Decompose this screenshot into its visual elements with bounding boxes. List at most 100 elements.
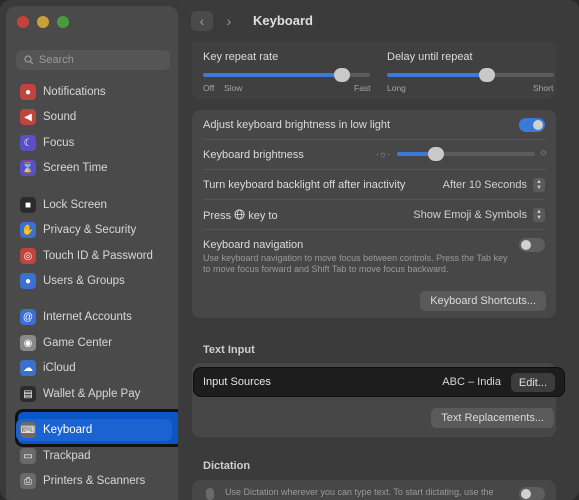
sidebar-item-notifications[interactable]: ● Notifications (16, 81, 172, 103)
sidebar-item-privacy-security[interactable]: ✋ Privacy & Security (16, 219, 172, 241)
game-center-icon: ◉ (20, 335, 36, 351)
sidebar-item-label: Privacy & Security (43, 224, 137, 236)
keyboard-navigation-row: Keyboard navigation (203, 237, 545, 253)
back-button[interactable]: ‹ (191, 11, 213, 31)
dictation-card: Use Dictation wherever you can type text… (192, 480, 556, 500)
sidebar-item-printers-scanners[interactable]: ⎙ Printers & Scanners (16, 470, 172, 492)
backlight-off-value: After 10 Seconds (442, 179, 527, 191)
sidebar-item-label: Internet Accounts (43, 311, 132, 323)
bell-icon: ● (20, 84, 36, 100)
sidebar-item-internet-accounts[interactable]: @ Internet Accounts (16, 306, 172, 328)
sidebar-item-label: Sound (43, 111, 77, 123)
key-repeat-knob[interactable] (334, 68, 350, 82)
dictation-toggle[interactable] (519, 487, 545, 500)
globe-icon (234, 208, 245, 220)
key-repeat-label: Key repeat rate (203, 51, 279, 63)
minimize-window-button[interactable] (37, 16, 49, 28)
microphone-icon (206, 488, 214, 500)
sidebar-item-label: iCloud (43, 362, 76, 374)
backlight-off-row: Turn keyboard backlight off after inacti… (203, 177, 545, 193)
sidebar-item-trackpad[interactable]: ▭ Trackpad (16, 445, 172, 467)
brightness-knob[interactable] (428, 147, 444, 161)
delay-short-label: Short (533, 83, 554, 93)
keyboard-navigation-toggle[interactable] (519, 238, 545, 252)
divider (203, 169, 545, 170)
sidebar-item-touch-id-password[interactable]: ◎ Touch ID & Password (16, 245, 172, 267)
delay-long-label: Long (387, 83, 406, 93)
press-key-label-before: Press (203, 209, 232, 222)
sidebar-item-users-groups[interactable]: ● Users & Groups (16, 270, 172, 292)
key-repeat-slow-label: Slow (224, 83, 243, 93)
key-repeat-off-label: Off (203, 83, 215, 93)
sidebar-item-label: Printers & Scanners (43, 475, 146, 487)
window-controls (17, 16, 69, 28)
sidebar-item-label: Lock Screen (43, 199, 107, 211)
sidebar-item-label: Touch ID & Password (43, 250, 153, 262)
chevron-right-icon: › (226, 13, 232, 29)
brightness-slider[interactable] (397, 147, 535, 161)
popup-arrows-icon: ▲ ▼ (533, 178, 545, 192)
sidebar-item-lock-screen[interactable]: ■ Lock Screen (16, 194, 172, 216)
dictation-section-title: Dictation (203, 460, 251, 472)
press-key-popup[interactable]: Show Emoji & Symbols ▲ ▼ (413, 208, 545, 222)
at-icon: @ (20, 309, 36, 325)
input-sources-row: Input Sources ABC – India Edit... (193, 367, 565, 397)
chevron-left-icon: ‹ (199, 13, 205, 29)
sidebar-item-label: Notifications (43, 86, 106, 98)
fingerprint-icon: ◎ (20, 248, 36, 264)
speaker-icon: ◀ (20, 109, 36, 125)
wallet-icon: ▤ (20, 386, 36, 402)
hourglass-icon: ⌛ (20, 160, 36, 176)
adjust-brightness-toggle[interactable] (519, 118, 545, 132)
brightness-low-icon: ·☼· (376, 149, 391, 159)
sidebar-item-label: Focus (43, 137, 75, 149)
search-field[interactable] (16, 50, 170, 70)
hand-icon: ✋ (20, 222, 36, 238)
toolbar: ‹ › Keyboard (178, 0, 579, 42)
moon-icon: ☾ (20, 135, 36, 151)
search-input[interactable] (39, 54, 159, 66)
zoom-window-button[interactable] (57, 16, 69, 28)
text-input-section-title: Text Input (203, 344, 255, 356)
divider (203, 229, 545, 230)
keyboard-shortcuts-button[interactable]: Keyboard Shortcuts... (420, 291, 546, 311)
press-key-label: Press key to (203, 208, 278, 222)
backlight-off-popup[interactable]: After 10 Seconds ▲ ▼ (443, 178, 545, 192)
key-repeat-fast-label: Fast (354, 83, 371, 93)
sidebar-item-label: Wallet & Apple Pay (43, 388, 141, 400)
key-repeat-fill (203, 73, 342, 77)
backlight-off-label: Turn keyboard backlight off after inacti… (203, 179, 406, 191)
sidebar-item-icloud[interactable]: ☁ iCloud (16, 357, 172, 379)
main-pane: ‹ › Keyboard Key repeat rate Off Slow Fa… (178, 0, 579, 500)
key-repeat-slider[interactable] (203, 68, 370, 82)
sidebar-item-keyboard[interactable]: ⌨ Keyboard (16, 419, 172, 441)
delay-knob[interactable] (479, 68, 495, 82)
dictation-help: Use Dictation wherever you can type text… (225, 487, 494, 497)
sidebar-item-wallet-apple-pay[interactable]: ▤ Wallet & Apple Pay (16, 383, 172, 405)
search-icon (24, 55, 34, 65)
press-key-label-after: key to (248, 209, 278, 222)
sidebar-item-sound[interactable]: ◀ Sound (16, 106, 172, 128)
sidebar-item-focus[interactable]: ☾ Focus (16, 132, 172, 154)
sidebar-item-label: Screen Time (43, 162, 108, 174)
text-replacements-button[interactable]: Text Replacements... (431, 408, 554, 428)
press-key-row: Press key to Show Emoji & Symbols ▲ ▼ (203, 207, 545, 223)
sidebar-item-label: Users & Groups (43, 275, 125, 287)
divider (203, 199, 545, 200)
lock-icon: ■ (20, 197, 36, 213)
sidebar-item-screen-time[interactable]: ⌛ Screen Time (16, 157, 172, 179)
repeat-card: Key repeat rate Off Slow Fast Delay unti… (192, 42, 556, 99)
brightness-high-icon: ☼ (539, 147, 549, 158)
users-icon: ● (20, 273, 36, 289)
popup-arrows-icon: ▲ ▼ (533, 208, 545, 222)
delay-slider[interactable] (387, 68, 554, 82)
cloud-icon: ☁ (20, 360, 36, 376)
keyboard-navigation-help: Use keyboard navigation to move focus be… (203, 253, 508, 274)
close-window-button[interactable] (17, 16, 29, 28)
sidebar-item-game-center[interactable]: ◉ Game Center (16, 332, 172, 354)
delay-fill (387, 73, 487, 77)
divider (203, 139, 545, 140)
forward-button[interactable]: › (218, 11, 240, 31)
edit-input-sources-button[interactable]: Edit... (510, 373, 555, 392)
press-key-value: Show Emoji & Symbols (413, 209, 527, 221)
